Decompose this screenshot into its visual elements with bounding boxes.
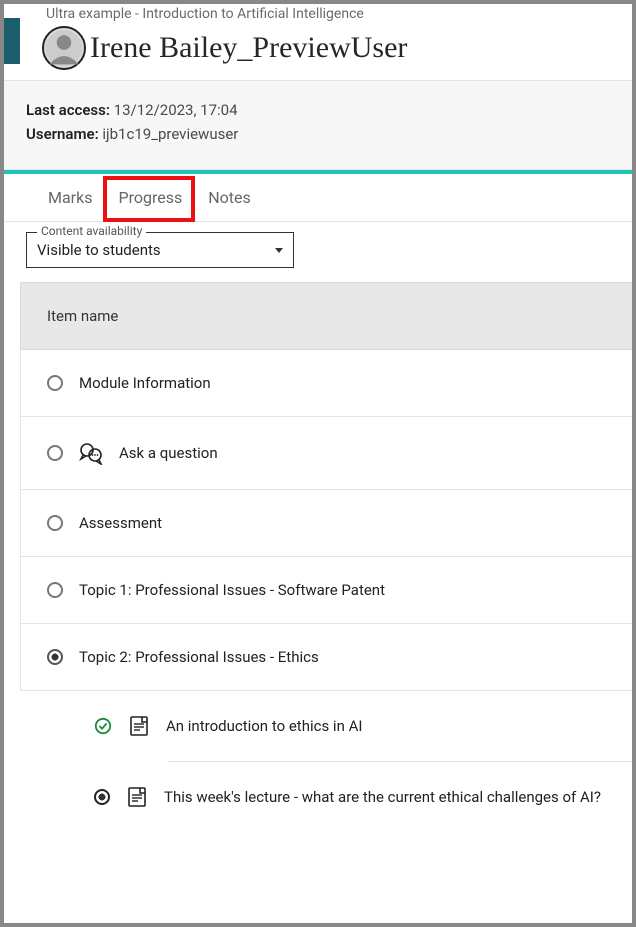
status-empty-icon bbox=[47, 375, 63, 391]
info-band: Last access: 13/12/2023, 17:04 Username:… bbox=[4, 80, 632, 170]
user-name: Irene Bailey_PreviewUser bbox=[90, 31, 407, 65]
item-label: Assessment bbox=[79, 514, 606, 532]
tab-notes[interactable]: Notes bbox=[208, 188, 251, 207]
content-area: Item name Module Information Ask a quest… bbox=[4, 282, 632, 832]
tab-progress[interactable]: Progress bbox=[118, 188, 182, 207]
table-header: Item name bbox=[20, 282, 632, 350]
tabs: Marks Progress Notes bbox=[4, 174, 632, 222]
username-label: Username: bbox=[26, 125, 99, 143]
item-module-information[interactable]: Module Information bbox=[20, 350, 632, 417]
status-complete-icon bbox=[94, 717, 112, 735]
item-topic-2[interactable]: Topic 2: Professional Issues - Ethics bbox=[20, 624, 632, 691]
subitem-intro-ethics[interactable]: An introduction to ethics in AI bbox=[20, 691, 632, 761]
course-title: Ultra example - Introduction to Artifici… bbox=[46, 6, 632, 22]
item-label: An introduction to ethics in AI bbox=[166, 717, 606, 735]
filter-legend: Content availability bbox=[37, 224, 146, 238]
item-assessment[interactable]: Assessment bbox=[20, 490, 632, 557]
filter-value: Visible to students bbox=[37, 241, 161, 259]
avatar-icon bbox=[44, 28, 84, 68]
tab-marks[interactable]: Marks bbox=[48, 188, 92, 207]
content-availability-dropdown[interactable]: Content availability Visible to students bbox=[26, 232, 294, 268]
header: Ultra example - Introduction to Artifici… bbox=[4, 4, 632, 80]
item-label: Topic 1: Professional Issues - Software … bbox=[79, 581, 606, 599]
status-empty-icon bbox=[47, 582, 63, 598]
item-ask-a-question[interactable]: Ask a question bbox=[20, 417, 632, 490]
username-line: Username: ijb1c19_previewuser bbox=[26, 125, 610, 143]
status-partial-icon bbox=[94, 789, 110, 805]
document-icon bbox=[128, 715, 150, 737]
chevron-down-icon bbox=[275, 248, 283, 253]
last-access-label: Last access: bbox=[26, 101, 110, 119]
subitem-lecture-ethics[interactable]: This week's lecture - what are the curre… bbox=[20, 762, 632, 832]
discussion-icon bbox=[79, 441, 103, 465]
item-topic-1[interactable]: Topic 1: Professional Issues - Software … bbox=[20, 557, 632, 624]
item-label: Module Information bbox=[79, 374, 606, 392]
avatar bbox=[42, 26, 86, 70]
status-empty-icon bbox=[47, 515, 63, 531]
sidebar-tab[interactable] bbox=[4, 18, 20, 64]
user-row: Irene Bailey_PreviewUser bbox=[42, 26, 632, 70]
app-frame: Ultra example - Introduction to Artifici… bbox=[4, 4, 632, 923]
document-icon bbox=[126, 786, 148, 808]
item-label: Ask a question bbox=[119, 444, 606, 462]
last-access-value: 13/12/2023, 17:04 bbox=[114, 101, 238, 119]
filter-row: Content availability Visible to students bbox=[4, 222, 632, 282]
item-label: This week's lecture - what are the curre… bbox=[164, 788, 606, 806]
status-empty-icon bbox=[47, 445, 63, 461]
last-access-line: Last access: 13/12/2023, 17:04 bbox=[26, 101, 610, 119]
item-label: Topic 2: Professional Issues - Ethics bbox=[79, 648, 606, 666]
username-value: ijb1c19_previewuser bbox=[102, 125, 238, 143]
status-partial-icon bbox=[47, 649, 63, 665]
